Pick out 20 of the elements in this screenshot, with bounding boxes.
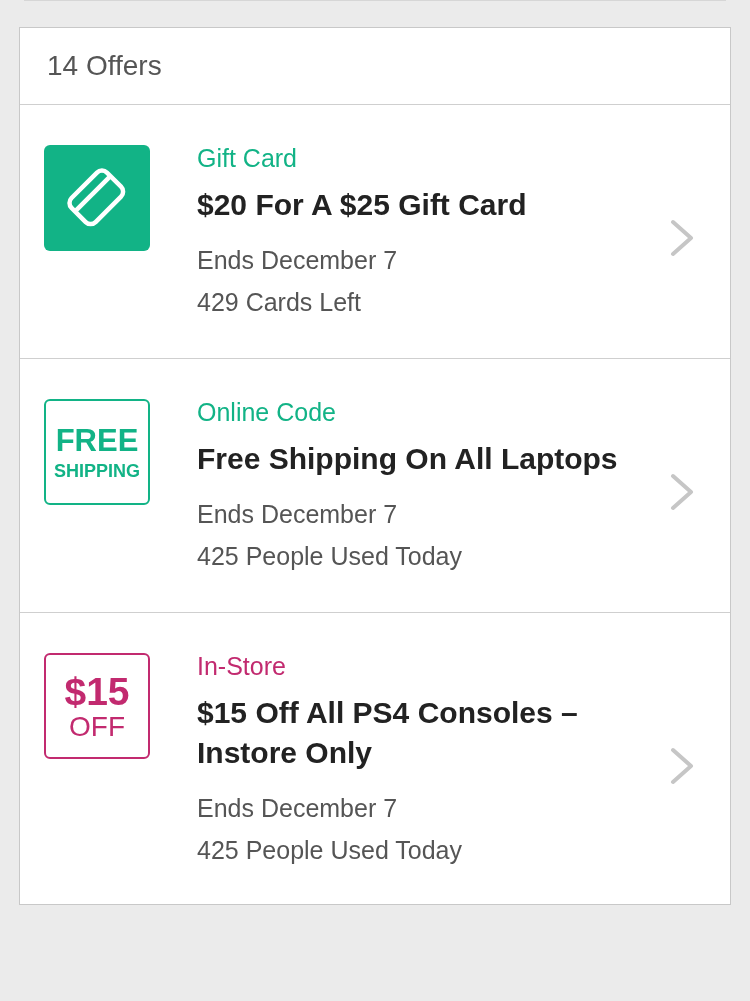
- badge-text: $15: [64, 671, 130, 711]
- offer-usage-count: 429 Cards Left: [197, 287, 361, 318]
- badge-text: FREE: [55, 424, 139, 456]
- offer-end-date: Ends December 7: [197, 245, 398, 276]
- offers-count-heading: 14 Offers: [47, 50, 162, 82]
- offer-title: Free Shipping On All Laptops: [197, 441, 618, 477]
- chevron-right-icon[interactable]: [670, 473, 694, 511]
- badge-text: SHIPPING: [54, 461, 140, 480]
- offer-usage-count: 425 People Used Today: [197, 541, 462, 572]
- offer-title: $15 Off All PS4 Consoles – Instore Only: [197, 695, 579, 771]
- offer-category: Gift Card: [197, 143, 298, 174]
- chevron-right-icon[interactable]: [670, 747, 694, 785]
- offer-category: Online Code: [197, 397, 336, 428]
- badge-text: OFF: [69, 712, 125, 741]
- offer-end-date: Ends December 7: [197, 793, 398, 824]
- offer-usage-count: 425 People Used Today: [197, 835, 462, 866]
- offer-title: $20 For A $25 Gift Card: [197, 187, 527, 223]
- offer-category: In-Store: [197, 651, 286, 682]
- offer-end-date: Ends December 7: [197, 499, 398, 530]
- chevron-right-icon[interactable]: [670, 219, 694, 257]
